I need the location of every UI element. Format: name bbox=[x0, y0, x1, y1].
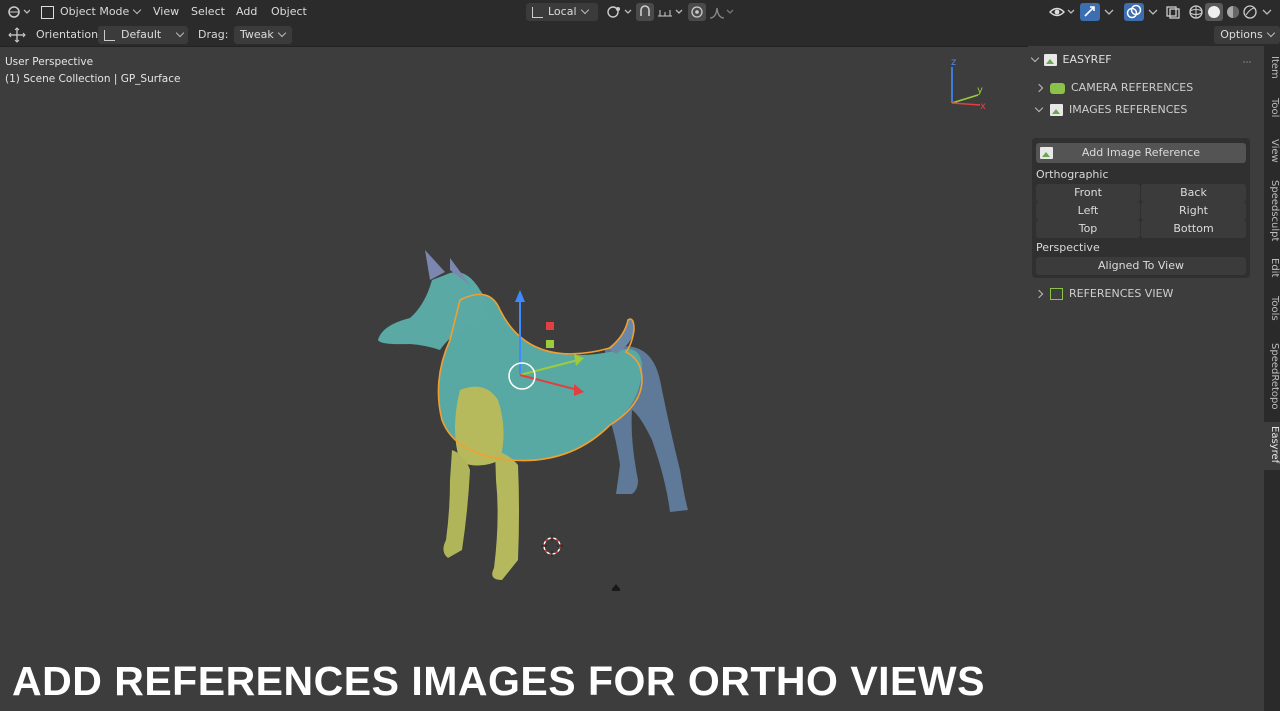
shading-rendered-icon[interactable] bbox=[1242, 4, 1258, 20]
tab-speedsculpt[interactable]: Speedsculpt bbox=[1266, 180, 1280, 241]
chevron-down-icon bbox=[1034, 103, 1044, 113]
3d-cursor-icon[interactable] bbox=[541, 535, 563, 557]
camera-icon bbox=[611, 582, 621, 592]
collection-path: (1) Scene Collection | GP_Surface bbox=[5, 73, 181, 85]
references-view-label: REFERENCES VIEW bbox=[1069, 287, 1174, 300]
axis-z-label: z bbox=[951, 57, 956, 68]
chevron-right-icon bbox=[1034, 83, 1044, 93]
mode-label: Object Mode bbox=[60, 5, 130, 18]
references-view-header[interactable]: REFERENCES VIEW bbox=[1034, 284, 1256, 304]
tab-view[interactable]: View bbox=[1266, 139, 1280, 163]
snap-icon[interactable] bbox=[636, 3, 654, 21]
axis-y-label: y bbox=[977, 85, 983, 96]
menu-add[interactable]: Add bbox=[236, 3, 257, 21]
overlays-toggle-icon[interactable] bbox=[1124, 3, 1144, 21]
images-references-header[interactable]: IMAGES REFERENCES bbox=[1034, 100, 1254, 120]
object-mode-icon bbox=[41, 5, 54, 19]
falloff-icon[interactable] bbox=[708, 4, 734, 20]
options-label: Options bbox=[1220, 28, 1263, 41]
header-bar: Object Mode View Select Add Object Local bbox=[0, 0, 1280, 24]
shading-menu-icon[interactable] bbox=[1260, 4, 1274, 20]
orthographic-label: Orthographic bbox=[1036, 168, 1109, 181]
visibility-icon[interactable] bbox=[1048, 4, 1076, 20]
options-button[interactable]: Options bbox=[1214, 26, 1280, 44]
chevron-down-icon bbox=[1030, 53, 1040, 63]
drag-value: Tweak bbox=[240, 28, 274, 41]
orientation-icon bbox=[532, 6, 543, 18]
drag-label: Drag: bbox=[198, 28, 229, 41]
drag-handle-icon[interactable] bbox=[1242, 55, 1252, 63]
easyref-header[interactable]: EASYREF bbox=[1030, 50, 1250, 70]
camera-references-label: CAMERA REFERENCES bbox=[1071, 81, 1194, 94]
axis-x-label: x bbox=[980, 101, 986, 112]
tab-item[interactable]: Item bbox=[1266, 56, 1280, 79]
orientation-dropdown[interactable]: Default bbox=[98, 26, 188, 44]
pivot-point-icon[interactable] bbox=[606, 4, 632, 20]
transform-orientation-dropdown[interactable]: Local bbox=[526, 3, 598, 21]
orientation-gizmo-icon bbox=[104, 29, 115, 41]
caption-text: ADD REFERENCES IMAGES FOR ORTHO VIEWS bbox=[12, 658, 985, 704]
orientation-label: Orientation: bbox=[36, 28, 102, 41]
gizmo-menu-icon[interactable] bbox=[1102, 4, 1116, 20]
tab-edit[interactable]: Edit bbox=[1266, 258, 1280, 277]
front-button[interactable]: Front bbox=[1036, 184, 1140, 202]
references-view-icon bbox=[1050, 288, 1063, 300]
object-mode-dropdown[interactable]: Object Mode bbox=[38, 3, 142, 21]
perspective-label: Perspective bbox=[1036, 241, 1100, 254]
tab-easyref[interactable]: Easyref bbox=[1266, 426, 1280, 463]
menu-object[interactable]: Object bbox=[271, 3, 307, 21]
chevron-down-icon bbox=[133, 5, 142, 15]
xray-toggle-icon[interactable] bbox=[1164, 4, 1182, 20]
images-references-label: IMAGES REFERENCES bbox=[1069, 103, 1188, 116]
menu-view[interactable]: View bbox=[153, 3, 179, 21]
back-button[interactable]: Back bbox=[1141, 184, 1246, 202]
camera-references-header[interactable]: CAMERA REFERENCES bbox=[1034, 78, 1256, 98]
chevron-down-icon bbox=[277, 28, 287, 38]
image-icon bbox=[1040, 147, 1053, 159]
bottom-button[interactable]: Bottom bbox=[1141, 220, 1246, 238]
tab-tool[interactable]: Tool bbox=[1266, 98, 1280, 117]
left-button[interactable]: Left bbox=[1036, 202, 1140, 220]
tool-settings-bar: Orientation: Default Drag: Tweak Options bbox=[0, 24, 1280, 47]
chevron-down-icon bbox=[1266, 28, 1275, 38]
add-image-label: Add Image Reference bbox=[1081, 146, 1201, 159]
chevron-right-icon bbox=[1034, 289, 1044, 299]
shading-solid-icon[interactable] bbox=[1205, 3, 1223, 21]
transform-orientation-label: Local bbox=[548, 5, 577, 18]
panel-title: EASYREF bbox=[1062, 53, 1112, 66]
tab-speedretopo[interactable]: SpeedRetopo bbox=[1266, 343, 1280, 410]
tab-tools[interactable]: Tools bbox=[1266, 296, 1280, 321]
image-icon bbox=[1050, 104, 1063, 116]
gizmo-toggle-icon[interactable] bbox=[1080, 3, 1100, 21]
orientation-value: Default bbox=[121, 28, 162, 41]
chevron-down-icon bbox=[580, 5, 589, 15]
overlays-menu-icon[interactable] bbox=[1146, 4, 1160, 20]
snap-target-icon[interactable] bbox=[656, 4, 684, 20]
aligned-to-view-button[interactable]: Aligned To View bbox=[1036, 257, 1246, 275]
proportional-edit-icon[interactable] bbox=[688, 3, 706, 21]
dog-model[interactable] bbox=[370, 240, 710, 600]
view-name: User Perspective bbox=[5, 56, 94, 68]
menu-select[interactable]: Select bbox=[191, 3, 225, 21]
top-button[interactable]: Top bbox=[1036, 220, 1140, 238]
editor-type-icon[interactable] bbox=[6, 4, 31, 20]
right-button[interactable]: Right bbox=[1141, 202, 1246, 220]
move-tool-icon[interactable] bbox=[6, 26, 28, 44]
shading-wireframe-icon[interactable] bbox=[1188, 4, 1204, 20]
add-image-reference-button[interactable]: Add Image Reference bbox=[1036, 143, 1246, 163]
camera-icon bbox=[1050, 82, 1065, 94]
image-icon bbox=[1044, 54, 1057, 66]
navigation-gizmo[interactable]: z y x bbox=[940, 55, 990, 115]
drag-dropdown[interactable]: Tweak bbox=[234, 26, 292, 44]
shading-material-icon[interactable] bbox=[1225, 4, 1241, 20]
chevron-down-icon bbox=[175, 28, 185, 38]
